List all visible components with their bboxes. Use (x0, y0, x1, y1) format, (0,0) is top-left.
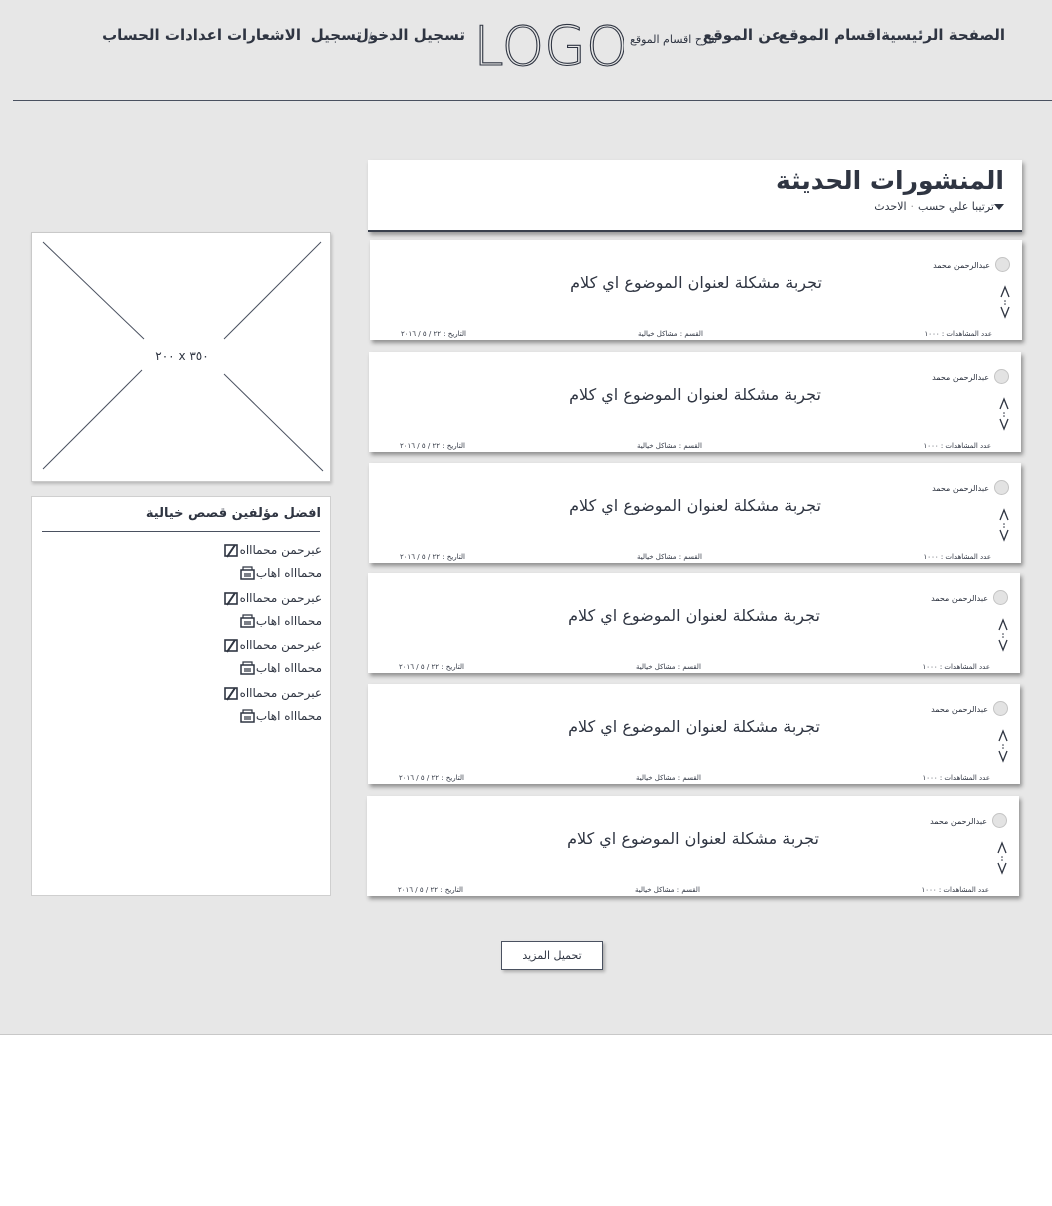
author-item[interactable]: محماااه اهاب (235, 614, 322, 629)
logo-icon[interactable]: LOGO (478, 20, 624, 68)
post-title[interactable]: تجربة مشكلة لعنوان الموضوع اي كلام (368, 606, 1020, 625)
post-category: القسم : مشاكل خيالية (635, 886, 700, 894)
ad-placeholder[interactable]: ٢٠٠ x ٣٥٠ (31, 232, 331, 482)
sort-separator: · (910, 200, 915, 213)
post-date: التاريخ : ٢٢ / ٥ / ٢٠١٦ (399, 774, 464, 782)
logo-text: LOGO (478, 20, 624, 68)
author-item[interactable]: عبرحمن محماااه (219, 638, 322, 653)
author-name[interactable]: محماااه اهاب (256, 661, 322, 675)
nav-home[interactable]: الصفحة الرئيسية (881, 26, 1005, 44)
post-title[interactable]: تجربة مشكلة لعنوان الموضوع اي كلام (369, 385, 1021, 404)
post-author[interactable]: عبدالرحمن محمد (931, 705, 988, 714)
typewriter-icon (240, 709, 255, 723)
author-name[interactable]: عبرحمن محماااه (240, 543, 322, 557)
post-author[interactable]: عبدالرحمن محمد (930, 817, 987, 826)
caret-down-icon[interactable] (994, 204, 1004, 210)
post-author[interactable]: عبدالرحمن محمد (932, 484, 989, 493)
post-views: عدد المشاهدات : ١٠٠٠ (922, 774, 990, 782)
post-date: التاريخ : ٢٢ / ٥ / ٢٠١٦ (400, 442, 465, 450)
sort-value[interactable]: الاحدث (874, 200, 906, 213)
load-more-button[interactable]: تحميل المزيد (501, 941, 603, 970)
posts-title: المنشورات الحديثة (776, 166, 1004, 195)
post-category: القسم : مشاكل خيالية (637, 442, 702, 450)
post-author[interactable]: عبدالرحمن محمد (933, 261, 990, 270)
post-title[interactable]: تجربة مشكلة لعنوان الموضوع اي كلام (370, 273, 1022, 292)
register-link[interactable]: تسجيل (311, 26, 362, 44)
nav-notifications[interactable]: الاشعارات (227, 26, 301, 44)
post-title[interactable]: تجربة مشكلة لعنوان الموضوع اي كلام (367, 829, 1019, 848)
posts-header-rule (368, 230, 1022, 232)
author-item[interactable]: عبرحمن محماااه (219, 686, 322, 701)
pen-icon (223, 592, 238, 606)
user-avatar-icon[interactable] (993, 590, 1008, 605)
author-name[interactable]: محماااه اهاب (256, 709, 322, 723)
author-item[interactable]: عبرحمن محماااه (219, 591, 322, 606)
post-category: القسم : مشاكل خيالية (636, 663, 701, 671)
posts-header: المنشورات الحديثة ترتيبا علي حسب· الاحدث (368, 160, 1022, 232)
typewriter-icon (240, 614, 255, 628)
header-divider (13, 100, 1052, 101)
post-author[interactable]: عبدالرحمن محمد (931, 594, 988, 603)
typewriter-icon (240, 566, 255, 580)
pen-icon (223, 687, 238, 701)
pen-icon (223, 544, 238, 558)
ad-size-label: ٢٠٠ x ٣٥٠ (155, 349, 209, 363)
author-name[interactable]: عبرحمن محماااه (240, 591, 322, 605)
nav-account-settings[interactable]: اعدادات الحساب (102, 26, 222, 44)
post-date: التاريخ : ٢٢ / ٥ / ٢٠١٦ (401, 330, 466, 338)
typewriter-icon (240, 661, 255, 675)
author-item[interactable]: محماااه اهاب (235, 661, 322, 676)
author-name[interactable]: محماااه اهاب (256, 566, 322, 580)
post-category: القسم : مشاكل خيالية (636, 774, 701, 782)
post-card[interactable]: عبدالرحمن محمد تجربة مشكلة لعنوان الموضو… (369, 352, 1021, 452)
post-card[interactable]: عبدالرحمن محمد تجربة مشكلة لعنوان الموضو… (368, 684, 1020, 784)
login-link[interactable]: تسجيل الدخول (356, 26, 465, 44)
post-author[interactable]: عبدالرحمن محمد (932, 373, 989, 382)
post-date: التاريخ : ٢٢ / ٥ / ٢٠١٦ (400, 553, 465, 561)
auth-separator: / (367, 30, 372, 44)
author-item[interactable]: عبرحمن محماااه (219, 543, 322, 558)
post-card[interactable]: عبدالرحمن محمد تجربة مشكلة لعنوان الموضو… (368, 573, 1020, 673)
post-views: عدد المشاهدات : ١٠٠٠ (921, 886, 989, 894)
author-item[interactable]: محماااه اهاب (235, 566, 322, 581)
post-title[interactable]: تجربة مشكلة لعنوان الموضوع اي كلام (369, 496, 1021, 515)
author-name[interactable]: عبرحمن محماااه (240, 686, 322, 700)
post-date: التاريخ : ٢٢ / ٥ / ٢٠١٦ (399, 663, 464, 671)
author-item[interactable]: محماااه اهاب (235, 709, 322, 724)
post-category: القسم : مشاكل خيالية (638, 330, 703, 338)
sort-label: ترتيبا علي حسب (918, 200, 994, 213)
post-views: عدد المشاهدات : ١٠٠٠ (924, 330, 992, 338)
nav-sections[interactable]: اقسام الموقع (779, 26, 881, 44)
post-views: عدد المشاهدات : ١٠٠٠ (922, 663, 990, 671)
sort-control[interactable]: ترتيبا علي حسب· الاحدث (874, 200, 1006, 213)
post-views: عدد المشاهدات : ١٠٠٠ (923, 442, 991, 450)
post-card[interactable]: عبدالرحمن محمد تجربة مشكلة لعنوان الموضو… (367, 796, 1019, 896)
user-avatar-icon[interactable] (994, 369, 1009, 384)
user-avatar-icon[interactable] (993, 701, 1008, 716)
post-title[interactable]: تجربة مشكلة لعنوان الموضوع اي كلام (368, 717, 1020, 736)
page-background: الصفحة الرئيسية اقسام الموقع عن الموقع ش… (0, 0, 1052, 1035)
nav-site-sections-guide[interactable]: شرح اقسام الموقع (630, 33, 717, 46)
post-card[interactable]: عبدالرحمن محمد تجربة مشكلة لعنوان الموضو… (370, 240, 1022, 340)
user-avatar-icon[interactable] (995, 257, 1010, 272)
author-name[interactable]: محماااه اهاب (256, 614, 322, 628)
top-authors-title: افضل مؤلفين قصص خيالية (145, 506, 321, 521)
top-authors-rule (42, 531, 320, 532)
author-name[interactable]: عبرحمن محماااه (240, 638, 322, 652)
user-avatar-icon[interactable] (994, 480, 1009, 495)
post-views: عدد المشاهدات : ١٠٠٠ (923, 553, 991, 561)
user-avatar-icon[interactable] (992, 813, 1007, 828)
post-date: التاريخ : ٢٢ / ٥ / ٢٠١٦ (398, 886, 463, 894)
pen-icon (223, 639, 238, 653)
post-category: القسم : مشاكل خيالية (637, 553, 702, 561)
post-card[interactable]: عبدالرحمن محمد تجربة مشكلة لعنوان الموضو… (369, 463, 1021, 563)
top-authors-panel: افضل مؤلفين قصص خيالية عبرحمن محماااه مح… (31, 496, 331, 896)
